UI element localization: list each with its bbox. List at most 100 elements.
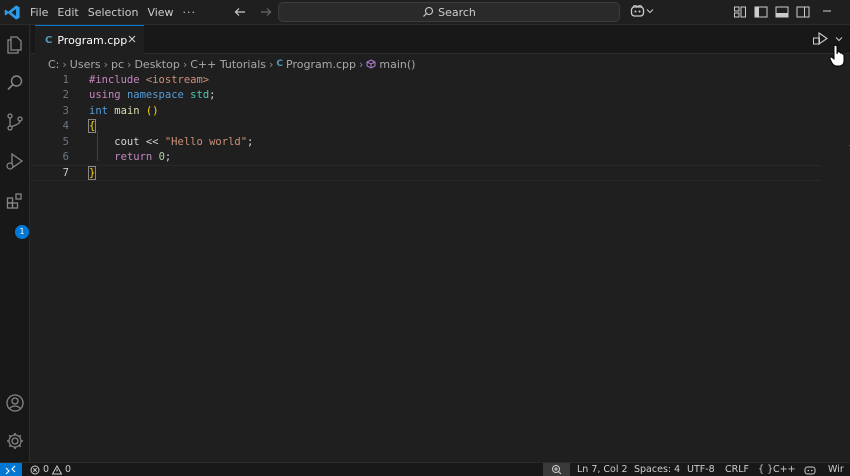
search-icon [423, 6, 434, 17]
copilot-icon [630, 5, 645, 17]
line-number: 1 [62, 74, 69, 86]
menu-selection[interactable]: Selection [88, 6, 146, 19]
line-number: 6 [62, 151, 69, 163]
navigation-arrows [232, 4, 274, 20]
layout-controls [732, 4, 811, 20]
end-of-line[interactable]: CRLF [725, 464, 749, 475]
chevron-right-icon: › [269, 57, 274, 71]
toggle-primary-sidebar-icon[interactable] [753, 4, 769, 20]
cpp-file-icon: C [276, 59, 284, 69]
code-line[interactable]: 2 using namespace std; [31, 88, 821, 103]
forward-arrow-icon[interactable] [258, 4, 274, 20]
search-icon[interactable] [5, 73, 25, 93]
indentation[interactable]: Spaces: 4 [634, 464, 680, 475]
language-mode[interactable]: C++ [773, 464, 796, 475]
customize-layout-icon[interactable] [732, 4, 748, 20]
error-count: 0 [43, 464, 50, 475]
problems-indicator[interactable]: 0 0 [30, 464, 71, 475]
warning-icon [52, 464, 63, 474]
cpp-file-icon: C [45, 34, 53, 46]
tab-label: Program.cpp [57, 33, 128, 47]
chevron-down-icon [835, 37, 843, 42]
accounts-icon[interactable] [5, 393, 25, 413]
menu-more[interactable]: ··· [183, 6, 204, 19]
title-bar: File Edit Selection View ··· Search [0, 0, 850, 25]
line-number: 5 [62, 135, 69, 148]
indent-guide [97, 131, 98, 161]
extensions-icon[interactable] [5, 191, 25, 211]
code-token: } [87, 166, 97, 181]
status-overflow[interactable]: Wir [828, 464, 844, 475]
code-token: () [139, 104, 159, 117]
chevron-right-icon: › [103, 57, 109, 71]
copilot-menu[interactable] [630, 4, 654, 18]
explorer-icon[interactable] [5, 35, 25, 55]
error-icon [30, 465, 40, 474]
breadcrumb-item[interactable]: C: [48, 58, 59, 71]
menu-view[interactable]: View [147, 6, 180, 19]
back-arrow-icon[interactable] [232, 4, 248, 20]
code-text: #include <iostream> [89, 73, 209, 88]
code-token: cout << [89, 135, 165, 148]
code-text: int main () [89, 104, 159, 119]
breadcrumb-item[interactable]: pc [111, 58, 124, 71]
vscode-logo-icon [4, 5, 20, 20]
code-token: "Hello world" [164, 135, 248, 148]
line-number: 4 [62, 120, 69, 133]
editor-tab-bar: C Program.cpp [31, 25, 850, 54]
code-token: { [87, 119, 97, 134]
chevron-right-icon: › [182, 57, 188, 71]
encoding[interactable]: UTF-8 [687, 464, 715, 475]
code-token: ; [209, 89, 216, 102]
method-cube-icon [366, 59, 376, 69]
zoom-button[interactable] [543, 463, 570, 476]
line-number: 7 [62, 167, 69, 180]
code-token: <iostream> [145, 74, 210, 86]
close-icon[interactable] [126, 33, 138, 45]
breadcrumb-item[interactable]: main() [379, 58, 415, 71]
breadcrumb-item[interactable]: Desktop [134, 58, 179, 71]
breadcrumb-item[interactable]: Program.cpp [286, 58, 356, 71]
menu-edit[interactable]: Edit [57, 6, 85, 19]
tab-program-cpp[interactable]: C Program.cpp [35, 25, 144, 54]
code-text: return 0; [89, 150, 171, 165]
toggle-panel-icon[interactable] [774, 4, 790, 20]
code-line[interactable]: 3 int main () [31, 104, 821, 119]
command-search-box[interactable]: Search [278, 2, 620, 22]
extensions-update-badge: 1 [15, 225, 29, 239]
remote-icon [5, 465, 16, 475]
code-text: cout << "Hello world"; [89, 135, 253, 150]
status-bar: 0 0 Ln 7, Col 2 Spaces: 4 UTF-8 CRLF { }… [0, 462, 850, 476]
run-and-debug-icon[interactable] [5, 151, 25, 171]
cursor-position[interactable]: Ln 7, Col 2 [577, 464, 628, 475]
code-token: namespace [126, 89, 184, 102]
code-line[interactable]: 1 #include <iostream> [31, 73, 821, 88]
code-text: { [87, 119, 97, 134]
breadcrumb-item[interactable]: Users [70, 58, 101, 71]
hand-pointer-icon [829, 44, 845, 67]
menu-file[interactable]: File [30, 6, 55, 19]
code-line[interactable]: 7} [31, 165, 821, 181]
code-line[interactable]: 5 cout << "Hello world"; [31, 135, 821, 150]
code-token: int [89, 104, 108, 117]
manage-gear-icon[interactable] [5, 431, 25, 451]
code-line[interactable]: 6 return 0; [31, 150, 821, 165]
language-mode-braces-icon: { } [758, 464, 774, 475]
breadcrumb-item[interactable]: C++ Tutorials [190, 58, 266, 71]
code-token: ; [247, 135, 254, 148]
code-token: ; [164, 151, 172, 163]
remote-indicator[interactable] [0, 463, 22, 476]
source-control-icon[interactable] [5, 112, 25, 132]
chevron-right-icon: › [127, 57, 132, 71]
toggle-secondary-sidebar-icon[interactable] [795, 4, 811, 20]
chevron-right-icon: › [62, 57, 67, 71]
code-line[interactable]: 4{ [31, 119, 821, 134]
copilot-status-icon[interactable] [804, 465, 816, 475]
code-token: return [114, 151, 153, 163]
minimize-icon[interactable] [820, 4, 834, 18]
line-number: 2 [62, 89, 69, 102]
zoom-icon [552, 465, 562, 475]
code-editor[interactable]: 1 #include <iostream> 2 using namespace std… [31, 72, 850, 462]
warning-count: 0 [65, 464, 72, 475]
